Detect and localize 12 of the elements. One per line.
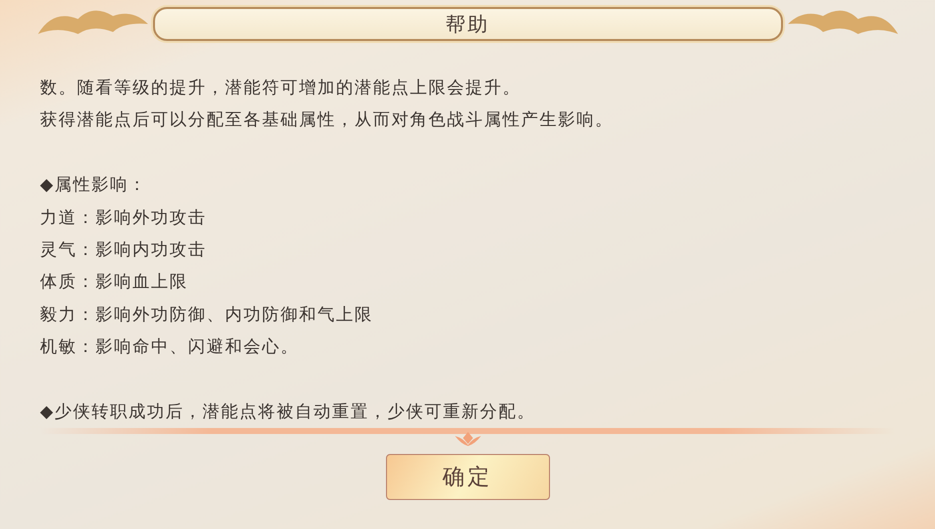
help-text-line: ◆少侠转职成功后，潜能点将被自动重置，少侠可重新分配。 xyxy=(40,401,537,424)
help-text-line: 数。随看等级的提升，潜能符可增加的潜能点上限会提升。 xyxy=(40,77,522,100)
window-title: 帮助 xyxy=(446,10,490,38)
help-text-line: 毅力：影响外功防御、内功防御和气上限 xyxy=(40,304,374,327)
help-text-line: 体质：影响血上限 xyxy=(40,271,189,294)
help-text-line: 机敏：影响命中、闪避和会心。 xyxy=(40,336,300,360)
lotus-ornament-icon xyxy=(452,432,482,446)
confirm-button[interactable]: 确定 xyxy=(386,454,550,500)
help-text-line: 灵气：影响内功攻击 xyxy=(40,239,208,262)
help-text-line: 获得潜能点后可以分配至各基础属性，从而对角色战斗属性产生影响。 xyxy=(40,109,614,132)
help-text-line: ◆属性影响： xyxy=(40,174,148,198)
help-text-line: 力道：影响外功攻击 xyxy=(40,206,208,230)
